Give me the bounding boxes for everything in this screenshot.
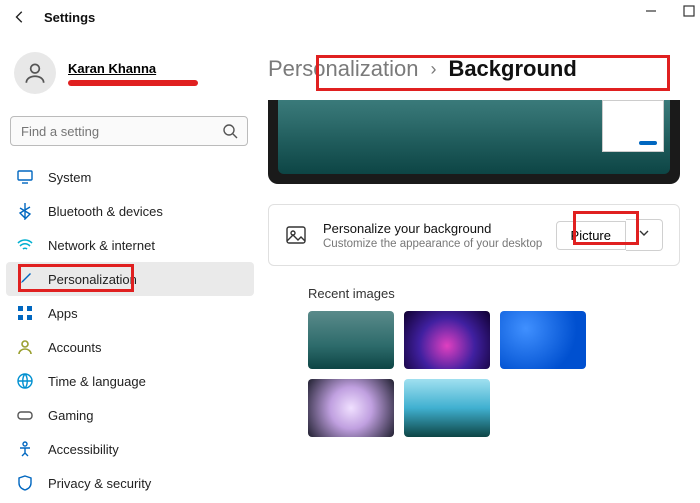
person-icon — [16, 338, 34, 356]
recent-image-thumb[interactable] — [500, 311, 586, 369]
sidebar-item-label: Personalization — [48, 272, 137, 287]
minimize-icon[interactable] — [644, 4, 658, 18]
recent-images-label: Recent images — [308, 286, 680, 301]
maximize-icon[interactable] — [682, 4, 696, 18]
breadcrumb-current: Background — [448, 56, 576, 82]
search-icon — [222, 123, 238, 139]
sidebar-item-system[interactable]: System — [6, 160, 254, 194]
sidebar-item-accounts[interactable]: Accounts — [6, 330, 254, 364]
redacted-email — [68, 80, 198, 86]
sidebar-item-personalization[interactable]: Personalization — [6, 262, 254, 296]
window-title: Settings — [44, 10, 95, 25]
monitor-icon — [16, 168, 34, 186]
chevron-down-icon[interactable] — [626, 219, 663, 251]
picture-icon — [285, 224, 307, 246]
background-type-dropdown[interactable]: Picture — [556, 221, 626, 250]
personalize-background-card: Personalize your background Customize th… — [268, 204, 680, 266]
shield-icon — [16, 474, 34, 492]
bluetooth-icon — [16, 202, 34, 220]
breadcrumb: Personalization › Background — [260, 52, 700, 100]
recent-image-thumb[interactable] — [308, 311, 394, 369]
preview-window — [602, 100, 664, 152]
card-subtitle: Customize the appearance of your desktop — [323, 238, 556, 250]
gamepad-icon — [16, 406, 34, 424]
paint-icon — [16, 270, 34, 288]
sidebar-item-apps[interactable]: Apps — [6, 296, 254, 330]
globe-icon — [16, 372, 34, 390]
sidebar-item-label: Bluetooth & devices — [48, 204, 163, 219]
sidebar-item-label: Accounts — [48, 340, 101, 355]
sidebar-item-bluetooth[interactable]: Bluetooth & devices — [6, 194, 254, 228]
chevron-right-icon: › — [430, 59, 436, 80]
sidebar-item-label: Network & internet — [48, 238, 155, 253]
sidebar-item-label: Accessibility — [48, 442, 119, 457]
avatar — [14, 52, 56, 94]
accessibility-icon — [16, 440, 34, 458]
profile-block[interactable]: Karan Khanna — [6, 42, 254, 112]
sidebar-item-accessibility[interactable]: Accessibility — [6, 432, 254, 466]
sidebar-item-label: Time & language — [48, 374, 146, 389]
apps-icon — [16, 304, 34, 322]
recent-image-thumb[interactable] — [404, 379, 490, 437]
card-title: Personalize your background — [323, 221, 556, 236]
sidebar-item-label: Gaming — [48, 408, 94, 423]
breadcrumb-parent[interactable]: Personalization — [268, 56, 418, 82]
sidebar-item-network[interactable]: Network & internet — [6, 228, 254, 262]
sidebar-item-time[interactable]: Time & language — [6, 364, 254, 398]
recent-image-thumb[interactable] — [404, 311, 490, 369]
sidebar-item-gaming[interactable]: Gaming — [6, 398, 254, 432]
search-input[interactable] — [10, 116, 248, 146]
wifi-icon — [16, 236, 34, 254]
sidebar-item-label: Apps — [48, 306, 78, 321]
profile-name: Karan Khanna — [68, 61, 198, 76]
background-preview — [268, 100, 680, 184]
sidebar-item-privacy[interactable]: Privacy & security — [6, 466, 254, 500]
sidebar-item-label: Privacy & security — [48, 476, 151, 491]
recent-image-thumb[interactable] — [308, 379, 394, 437]
back-button[interactable] — [10, 7, 30, 27]
sidebar-item-label: System — [48, 170, 91, 185]
